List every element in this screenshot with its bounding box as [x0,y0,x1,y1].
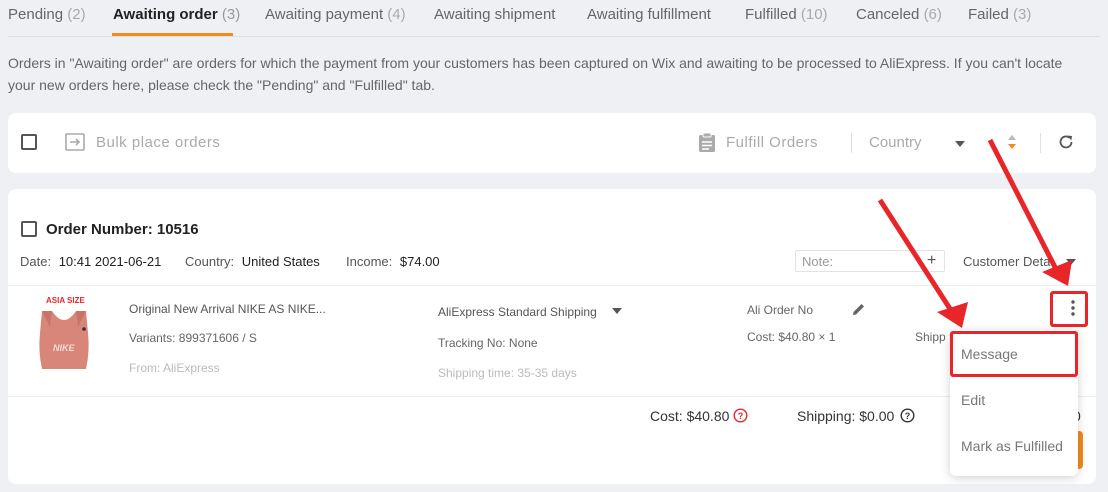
annotation-arrows [877,138,1072,328]
